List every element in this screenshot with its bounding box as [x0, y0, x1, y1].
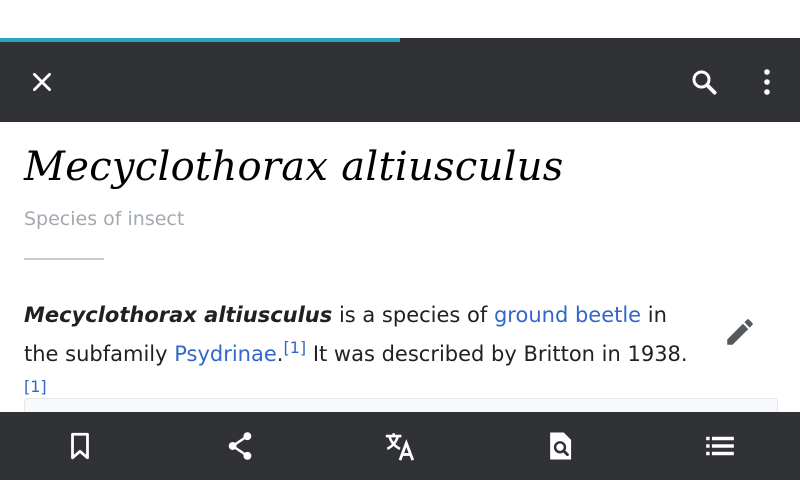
- article-content: Mecyclothorax altiusculus Species of ins…: [0, 122, 800, 419]
- bottom-action-bar: [0, 412, 800, 480]
- top-toolbar: [0, 42, 800, 122]
- share-icon: [228, 432, 252, 460]
- article-title: Mecyclothorax altiusculus: [24, 144, 564, 190]
- contents-list-icon: [706, 436, 734, 456]
- table-of-contents-button[interactable]: [640, 420, 800, 472]
- search-icon: [692, 70, 717, 95]
- overflow-menu-button[interactable]: [743, 58, 791, 106]
- text-segment: is a species of: [332, 303, 494, 327]
- link-ground-beetle[interactable]: ground beetle: [494, 303, 641, 327]
- lead-paragraph: Mecyclothorax altiusculus is a species o…: [24, 296, 704, 413]
- pencil-icon: [727, 319, 753, 345]
- bold-term: Mecyclothorax altiusculus: [24, 303, 333, 327]
- reference-2[interactable]: [1]: [24, 377, 47, 396]
- article-description: Species of insect: [24, 208, 185, 230]
- title-divider: [24, 258, 104, 260]
- search-button[interactable]: [680, 58, 728, 106]
- more-vert-icon: [764, 69, 770, 95]
- translate-icon: [385, 433, 415, 461]
- find-in-page-icon: [550, 432, 572, 460]
- reference-1[interactable]: [1]: [283, 338, 306, 357]
- close-button[interactable]: [18, 58, 66, 106]
- link-psydrinae[interactable]: Psydrinae: [174, 342, 277, 366]
- share-button[interactable]: [160, 420, 320, 472]
- status-bar: [0, 0, 800, 38]
- close-icon: [33, 73, 51, 91]
- find-in-page-button[interactable]: [480, 420, 640, 472]
- edit-button[interactable]: [716, 308, 764, 356]
- language-button[interactable]: [320, 420, 480, 472]
- bookmark-icon: [71, 432, 89, 460]
- save-bookmark-button[interactable]: [0, 420, 160, 472]
- text-segment: It was described by Britton in 1938.: [306, 342, 688, 366]
